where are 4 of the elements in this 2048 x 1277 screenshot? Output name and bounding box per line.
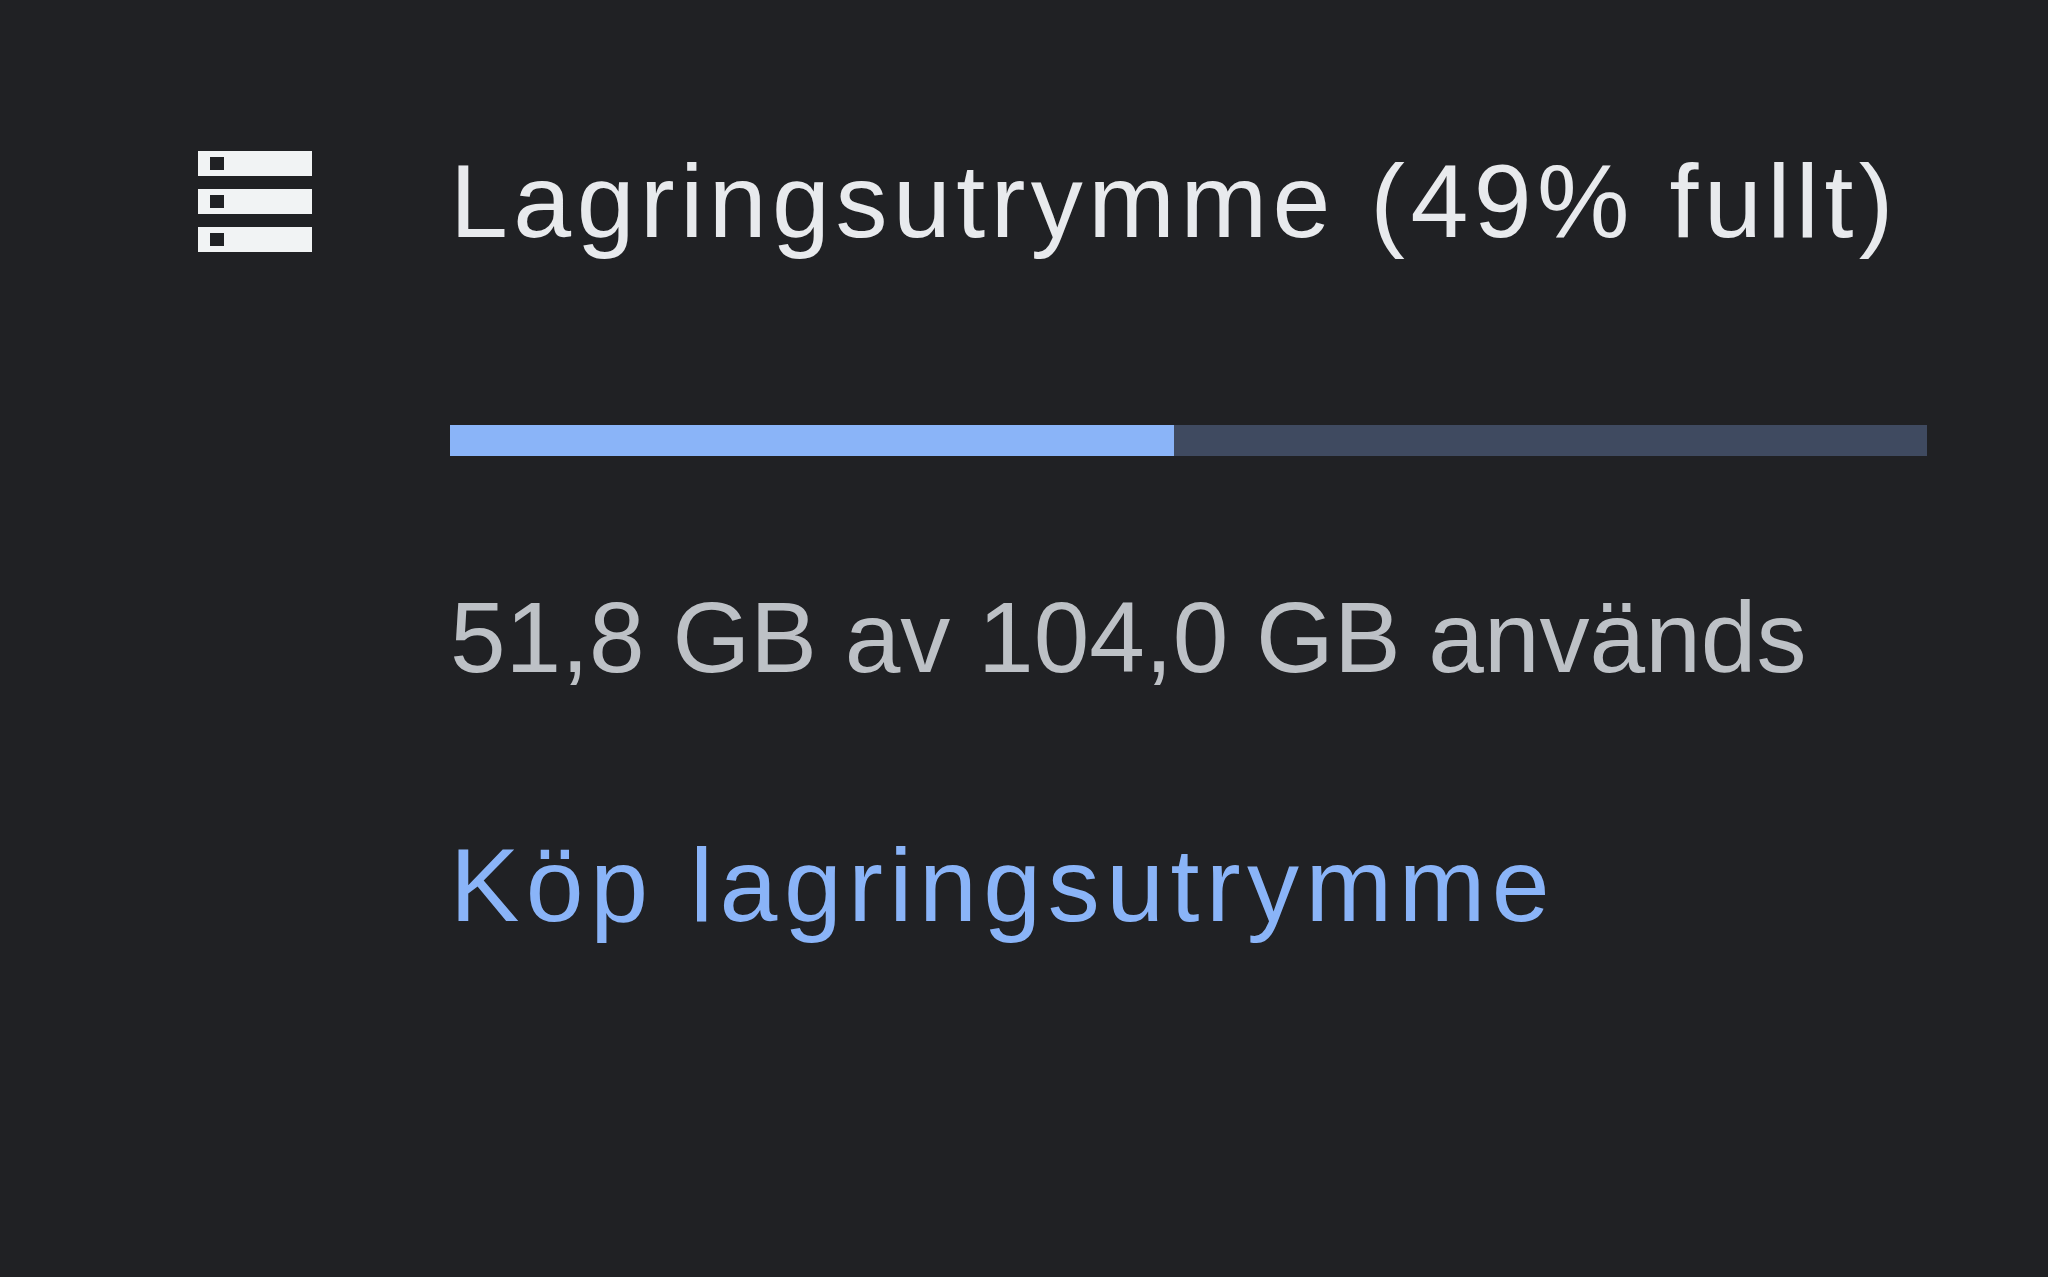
buy-storage-link[interactable]: Köp lagringsutrymme: [450, 823, 1557, 948]
storage-usage-text: 51,8 GB av 104,0 GB används: [450, 580, 1807, 695]
storage-title: Lagringsutrymme (49% fullt): [450, 142, 1899, 261]
storage-icon: [198, 151, 312, 252]
